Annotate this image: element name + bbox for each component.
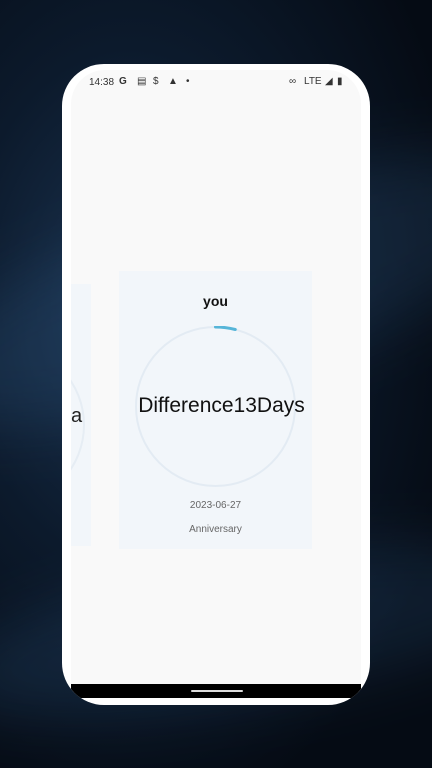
google-icon: G	[119, 76, 127, 87]
anniversary-card[interactable]: you Difference13Days 2023-06-27 Annivers…	[119, 271, 312, 549]
status-bar: 14:38 G ▤ $ ▲ • ∞ LTE ◢ ▮	[71, 70, 361, 92]
s-icon: $	[153, 76, 159, 87]
previous-card-text: a	[71, 405, 83, 427]
phone-frame: 14:38 G ▤ $ ▲ • ∞ LTE ◢ ▮ a you Differen…	[62, 64, 370, 705]
card-title: you	[203, 293, 228, 309]
status-time: 14:38	[89, 77, 115, 88]
difference-days-text: Difference13Days	[138, 394, 305, 417]
previous-card[interactable]: a	[71, 284, 91, 546]
link-icon: ∞	[289, 76, 297, 87]
signal-icon: ◢	[325, 76, 333, 87]
card-type-label: Anniversary	[189, 524, 242, 535]
warning-icon: ▲	[168, 76, 178, 87]
navigation-bar	[71, 684, 361, 698]
network-type: LTE	[304, 76, 322, 87]
home-indicator[interactable]	[191, 690, 243, 692]
battery-icon: ▮	[337, 76, 343, 87]
news-icon: ▤	[137, 76, 147, 87]
card-date: 2023-06-27	[189, 500, 242, 511]
dot-icon: •	[186, 76, 190, 87]
app-screen: 14:38 G ▤ $ ▲ • ∞ LTE ◢ ▮ a you Differen…	[71, 70, 361, 692]
